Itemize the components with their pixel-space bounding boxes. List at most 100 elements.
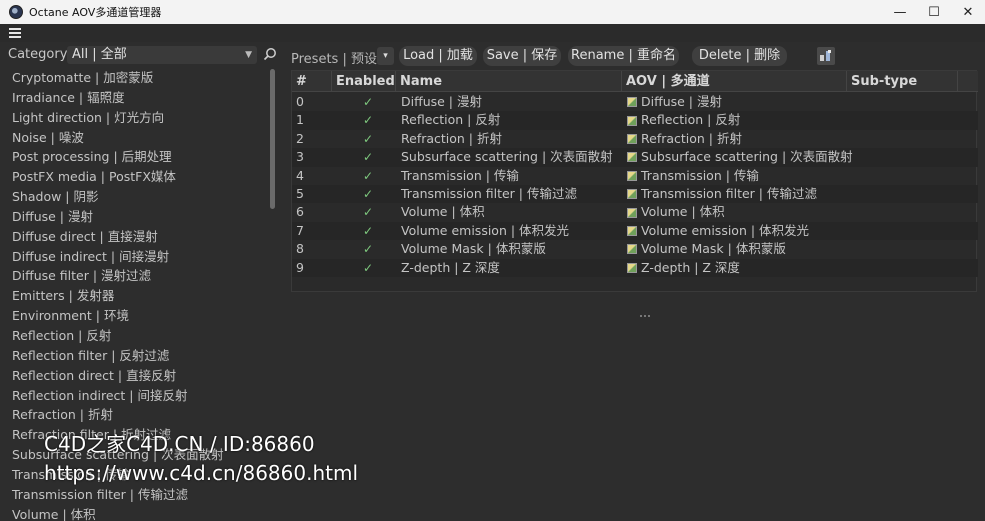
enabled-checkbox[interactable]: ✓	[363, 185, 373, 203]
category-item[interactable]: Reflection direct | 直接反射	[0, 366, 268, 386]
category-item[interactable]: Cryptomatte | 加密蒙版	[0, 68, 268, 88]
maximize-button[interactable]: ☐	[917, 0, 951, 24]
rename-button[interactable]: Rename | 重命名	[568, 46, 679, 66]
aov-toggle-icon[interactable]	[817, 47, 835, 65]
enabled-checkbox[interactable]: ✓	[363, 240, 373, 258]
category-item[interactable]: Light direction | 灯光方向	[0, 108, 268, 128]
row-aov-label: Volume | 体积	[641, 204, 725, 220]
column-name[interactable]: Name	[396, 71, 622, 92]
row-aov[interactable]: Volume | 体积	[627, 203, 725, 221]
enabled-checkbox[interactable]: ✓	[363, 222, 373, 240]
delete-button[interactable]: Delete | 删除	[692, 46, 787, 66]
row-name[interactable]: Volume Mask | 体积蒙版	[401, 240, 546, 258]
column-aov[interactable]: AOV | 多通道	[622, 71, 847, 92]
row-aov[interactable]: Subsurface scattering | 次表面散射	[627, 148, 853, 166]
category-item[interactable]: Environment | 环境	[0, 306, 268, 326]
row-aov-label: Transmission | 传输	[641, 167, 759, 183]
row-aov-label: Diffuse | 漫射	[641, 94, 722, 109]
menu-bar	[0, 24, 985, 42]
row-name[interactable]: Diffuse | 漫射	[401, 93, 482, 111]
row-name[interactable]: Subsurface scattering | 次表面散射	[401, 148, 613, 166]
row-aov[interactable]: Volume emission | 体积发光	[627, 222, 809, 240]
category-item[interactable]: Transmission filter | 传输过滤	[0, 485, 268, 505]
category-item[interactable]: Reflection | 反射	[0, 326, 268, 346]
row-name[interactable]: Volume | 体积	[401, 203, 485, 221]
presets-label: Presets | 预设	[291, 52, 377, 67]
window-controls: — ☐ ✕	[883, 0, 985, 24]
category-item[interactable]: Reflection filter | 反射过滤	[0, 346, 268, 366]
row-aov[interactable]: Volume Mask | 体积蒙版	[627, 240, 786, 258]
enabled-checkbox[interactable]: ✓	[363, 93, 373, 111]
enabled-checkbox[interactable]: ✓	[363, 203, 373, 221]
category-item[interactable]: PostFX media | PostFX媒体	[0, 167, 268, 187]
row-aov[interactable]: Z-depth | Z 深度	[627, 259, 740, 277]
aov-swatch-icon	[627, 262, 637, 273]
enabled-checkbox[interactable]: ✓	[363, 111, 373, 129]
resize-handle[interactable]	[640, 315, 650, 318]
aov-swatch-icon	[627, 170, 637, 181]
category-item[interactable]: Reflection indirect | 间接反射	[0, 386, 268, 406]
row-aov-label: Subsurface scattering | 次表面散射	[641, 149, 853, 165]
enabled-checkbox[interactable]: ✓	[363, 130, 373, 148]
table-row[interactable]: 3 ✓ Subsurface scattering | 次表面散射 Subsurfac…	[292, 148, 978, 167]
category-selected-value: All | 全部	[72, 47, 127, 62]
category-item[interactable]: Refraction | 折射	[0, 405, 268, 425]
table-row[interactable]: 6 ✓ Volume | 体积 Volume | 体积	[292, 203, 978, 221]
table-row[interactable]: 1 ✓ Reflection | 反射 Reflection | 反射	[292, 111, 978, 130]
table-row[interactable]: 7 ✓ Volume emission | 体积发光 Volume emission …	[292, 221, 978, 241]
category-item[interactable]: Noise | 噪波	[0, 128, 268, 148]
row-aov[interactable]: Transmission filter | 传输过滤	[627, 185, 817, 203]
category-item[interactable]: Irradiance | 辐照度	[0, 88, 268, 108]
enabled-checkbox[interactable]: ✓	[363, 259, 373, 277]
row-name[interactable]: Reflection | 反射	[401, 111, 500, 129]
table-row[interactable]: 2 ✓ Refraction | 折射 Refraction | 折射	[292, 130, 978, 148]
category-scrollbar[interactable]	[270, 69, 275, 209]
aov-swatch-icon	[627, 207, 637, 218]
category-item[interactable]: Volume | 体积	[0, 505, 268, 521]
presets-dropdown[interactable]: ▾	[377, 47, 394, 65]
row-name[interactable]: Transmission | 传输	[401, 167, 519, 185]
aov-swatch-icon	[627, 189, 637, 200]
table-row[interactable]: 4 ✓ Transmission | 传输 Transmission | 传输	[292, 167, 978, 185]
row-name[interactable]: Volume emission | 体积发光	[401, 222, 569, 240]
category-item[interactable]: Diffuse direct | 直接漫射	[0, 227, 268, 247]
search-icon[interactable]	[263, 47, 277, 61]
category-dropdown[interactable]: All | 全部 ▼	[67, 46, 257, 64]
row-aov[interactable]: Reflection | 反射	[627, 111, 740, 129]
category-label: Category	[8, 47, 68, 62]
hamburger-menu-icon[interactable]	[9, 28, 21, 38]
row-aov-label: Transmission filter | 传输过滤	[641, 186, 817, 201]
table-row[interactable]: 5 ✓ Transmission filter | 传输过滤 Transmission…	[292, 185, 978, 204]
column-num[interactable]: #	[292, 71, 332, 92]
chevron-down-icon: ▼	[245, 50, 252, 60]
row-name[interactable]: Transmission filter | 传输过滤	[401, 185, 577, 203]
table-row[interactable]: 8 ✓ Volume Mask | 体积蒙版 Volume Mask | 体积蒙版	[292, 240, 978, 258]
table-row[interactable]: 9 ✓ Z-depth | Z 深度 Z-depth | Z 深度	[292, 258, 978, 277]
category-item[interactable]: Shadow | 阴影	[0, 187, 268, 207]
row-aov[interactable]: Transmission | 传输	[627, 167, 759, 185]
row-aov[interactable]: Diffuse | 漫射	[627, 93, 722, 111]
close-button[interactable]: ✕	[951, 0, 985, 24]
category-item[interactable]: Diffuse indirect | 间接漫射	[0, 247, 268, 267]
load-button[interactable]: Load | 加载	[399, 46, 477, 66]
row-name[interactable]: Refraction | 折射	[401, 130, 502, 148]
minimize-button[interactable]: —	[883, 0, 917, 24]
table-header: # Enabled Name AOV | 多通道 Sub-type	[292, 71, 978, 92]
row-aov-label: Reflection | 反射	[641, 112, 741, 128]
row-name[interactable]: Z-depth | Z 深度	[401, 259, 500, 277]
aov-swatch-icon	[627, 152, 637, 163]
enabled-checkbox[interactable]: ✓	[363, 167, 373, 185]
category-item[interactable]: Post processing | 后期处理	[0, 147, 268, 167]
row-number: 6	[296, 204, 304, 220]
column-enabled[interactable]: Enabled	[332, 71, 396, 92]
row-aov[interactable]: Refraction | 折射	[627, 130, 742, 148]
category-item[interactable]: Emitters | 发射器	[0, 286, 268, 306]
table-row[interactable]: 0 ✓ Diffuse | 漫射 Diffuse | 漫射	[292, 93, 978, 111]
enabled-checkbox[interactable]: ✓	[363, 148, 373, 166]
category-item[interactable]: Diffuse | 漫射	[0, 207, 268, 227]
row-aov-label: Volume emission | 体积发光	[641, 222, 810, 238]
column-subtype[interactable]: Sub-type	[847, 71, 958, 92]
category-item[interactable]: Diffuse filter | 漫射过滤	[0, 266, 268, 286]
octane-app-icon	[9, 5, 23, 19]
save-button[interactable]: Save | 保存	[483, 46, 561, 66]
